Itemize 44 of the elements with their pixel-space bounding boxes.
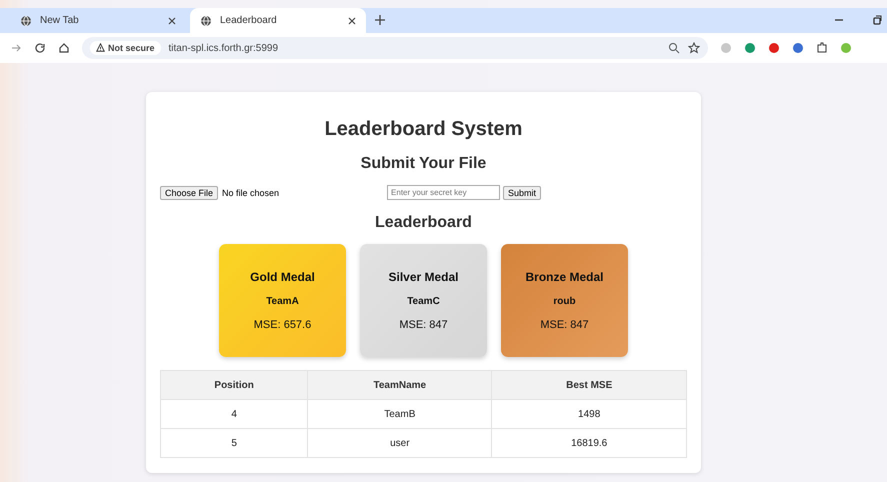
choose-file-button[interactable]: Choose File <box>160 186 218 200</box>
column-header: Position <box>160 370 308 400</box>
medal-title: Gold Medal <box>250 270 315 284</box>
team-name: roub <box>553 296 576 307</box>
extension-icon[interactable] <box>768 42 780 54</box>
team-name: TeamA <box>266 296 299 307</box>
column-header: TeamName <box>308 370 492 400</box>
globe-icon <box>200 14 212 26</box>
table-cell: user <box>308 428 492 458</box>
globe-icon <box>20 14 32 26</box>
column-header: Best MSE <box>492 370 686 400</box>
section-heading: Leaderboard <box>375 214 472 232</box>
score-text: MSE: 847 <box>540 319 589 331</box>
section-heading: Submit Your File <box>360 155 486 173</box>
submit-button[interactable]: Submit <box>503 186 542 200</box>
extension-icon[interactable] <box>792 42 804 54</box>
medal-title: Silver Medal <box>388 270 459 284</box>
table-cell: 1498 <box>492 400 686 428</box>
table-cell: 16819.6 <box>492 428 686 458</box>
team-name: TeamC <box>407 296 440 307</box>
warning-icon <box>96 43 105 52</box>
reload-icon[interactable] <box>34 42 46 54</box>
file-status: No file chosen <box>222 188 280 198</box>
table-cell: TeamB <box>308 400 492 428</box>
forward-icon[interactable] <box>10 42 22 54</box>
page-title: Leaderboard System <box>324 118 522 141</box>
table-cell: 5 <box>160 428 308 458</box>
zoom-icon[interactable] <box>668 42 680 54</box>
plus-icon[interactable] <box>374 14 386 26</box>
browser-tab[interactable]: Leaderboard <box>190 8 366 33</box>
medal-title: Bronze Medal <box>525 270 604 284</box>
score-text: MSE: 657.6 <box>254 319 312 331</box>
security-chip[interactable]: Not secure <box>90 41 161 55</box>
close-icon[interactable] <box>348 16 356 24</box>
star-icon[interactable] <box>688 42 700 54</box>
home-icon[interactable] <box>58 42 70 54</box>
url-text[interactable]: titan-spl.ics.forth.gr:5999 <box>168 42 660 54</box>
table-cell: 4 <box>160 400 308 428</box>
score-text: MSE: 847 <box>399 319 448 331</box>
browser-tab[interactable]: New Tab <box>10 8 186 33</box>
secret-key-field[interactable]: Enter your secret key <box>387 185 500 200</box>
extension-icon[interactable] <box>744 42 756 54</box>
close-icon[interactable] <box>168 16 176 24</box>
restore-icon[interactable] <box>871 14 883 26</box>
